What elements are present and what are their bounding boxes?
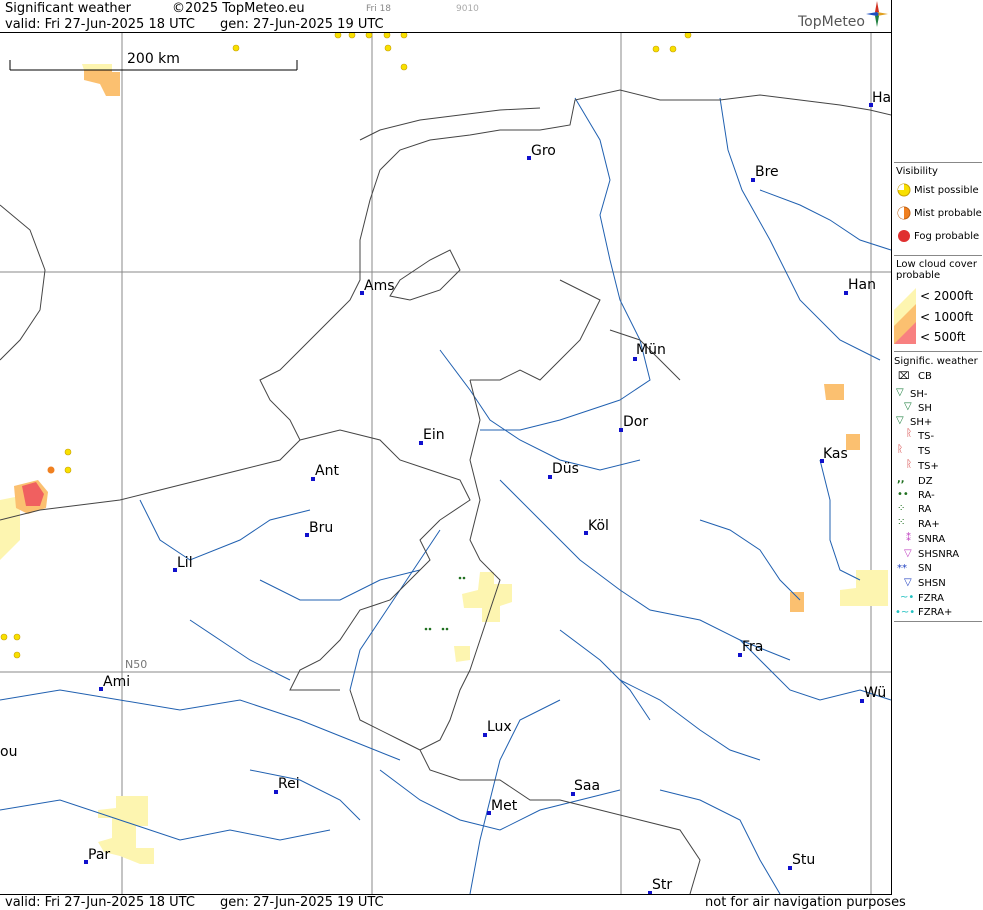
visibility-label: Mist probable: [914, 208, 982, 219]
city-label[interactable]: Lil: [177, 555, 193, 571]
fog-probable-icon: [898, 230, 910, 242]
city-label[interactable]: Ams: [364, 278, 395, 294]
compass-logo-icon: [866, 1, 888, 31]
mist-probable-icon: [897, 206, 911, 220]
city-label[interactable]: Wü: [864, 685, 886, 701]
city-label[interactable]: Köl: [588, 518, 609, 534]
snow-icon: **: [897, 563, 907, 574]
map-title: Significant weather: [5, 1, 132, 16]
signif-label: FZRA: [918, 593, 944, 604]
shower-heavy-icon: ▽: [896, 415, 904, 426]
visibility-label: Fog probable: [914, 231, 980, 242]
code-label: 9010: [456, 4, 479, 14]
snow-rain-shower-icon: ▽: [904, 548, 912, 559]
snow-rain-icon: ⁑: [906, 533, 911, 544]
low-cloud-areas: [0, 64, 888, 864]
thunderstorm-heavy-icon: ᚱ: [906, 459, 912, 470]
lat-label: N50: [125, 658, 148, 671]
city-label[interactable]: Mün: [636, 342, 666, 358]
city-label[interactable]: Kas: [823, 446, 848, 462]
signif-label: SH-: [910, 389, 928, 400]
logo-text: TopMeteo: [798, 14, 865, 30]
city-label[interactable]: Han: [848, 277, 876, 293]
mist-symbols: [0, 33, 692, 659]
visibility-label: Mist possible: [914, 185, 979, 196]
city-label[interactable]: Düs: [552, 461, 579, 477]
signif-title: Signific. weather: [894, 356, 978, 367]
signif-label: SNRA: [918, 534, 946, 545]
signif-label: SHSN: [918, 578, 946, 589]
mist-probable-symbol: [47, 466, 55, 474]
graticule: [0, 33, 891, 894]
gen-time: gen: 27-Jun-2025 19 UTC: [220, 17, 384, 32]
lowcloud-label: < 2000ft: [920, 289, 974, 303]
city-label[interactable]: Rei: [278, 776, 300, 792]
signif-label: SH: [918, 403, 932, 414]
copyright: ©2025 TopMeteo.eu: [172, 1, 305, 16]
signif-label: SN: [918, 563, 932, 574]
city-label[interactable]: Str: [652, 877, 672, 893]
city-label[interactable]: Ha: [872, 90, 891, 106]
drizzle-icon: ,,: [897, 474, 905, 485]
signif-label: SH+: [910, 417, 933, 428]
lowcloud-title-2: probable: [896, 270, 941, 281]
coastlines: [0, 89, 891, 894]
valid-time: valid: Fri 27-Jun-2025 18 UTC: [5, 17, 195, 32]
signif-label: TS+: [918, 461, 939, 472]
freezing-rain-icon: ~•: [900, 592, 915, 603]
weather-map[interactable]: 200 km N50 Gro Bre Ha Ams Han Mün Dor Ei…: [0, 33, 891, 894]
disclaimer: not for air navigation purposes: [705, 895, 906, 910]
signif-label: TS: [918, 446, 931, 457]
city-label[interactable]: Bre: [755, 164, 779, 180]
signif-label: CB: [918, 371, 932, 382]
city-label[interactable]: Ant: [315, 463, 339, 479]
signif-label: RA: [918, 504, 932, 515]
visibility-title: Visibility: [896, 166, 938, 177]
footer-valid-time: valid: Fri 27-Jun-2025 18 UTC: [5, 895, 195, 910]
shower-light-icon: ▽: [896, 387, 904, 398]
mist-possible-icon: [897, 183, 911, 197]
signif-label: DZ: [918, 476, 933, 487]
rain-icon: ⁘: [897, 503, 906, 514]
footer-gen-time: gen: 27-Jun-2025 19 UTC: [220, 895, 384, 910]
city-label[interactable]: Gro: [531, 143, 556, 159]
city-label[interactable]: Ein: [423, 427, 445, 443]
map-footer: valid: Fri 27-Jun-2025 18 UTC gen: 27-Ju…: [0, 894, 906, 910]
lowcloud-swatch-icon: [894, 288, 916, 344]
city-label[interactable]: Bru: [309, 520, 333, 536]
run-label: Fri 18: [366, 4, 392, 14]
city-label[interactable]: Met: [491, 798, 517, 814]
city-label[interactable]: Stu: [792, 852, 815, 868]
city-label[interactable]: Saa: [574, 778, 600, 794]
shower-icon: ▽: [904, 401, 912, 412]
freezing-rain-heavy-icon: •~•: [895, 607, 916, 618]
city-label[interactable]: Par: [88, 847, 110, 863]
drizzle-symbols: [424, 576, 466, 631]
rain-light-icon: ••: [897, 489, 909, 500]
signif-label: RA+: [918, 519, 940, 530]
city-label[interactable]: Ami: [103, 674, 130, 690]
signif-label: FZRA+: [918, 607, 953, 618]
lowcloud-label: < 1000ft: [920, 310, 974, 324]
signif-label: RA-: [918, 490, 935, 501]
signif-label: TS-: [918, 431, 935, 442]
lowcloud-label: < 500ft: [920, 330, 966, 344]
rain-heavy-icon: ⁙: [897, 517, 906, 528]
city-label[interactable]: Fra: [742, 639, 763, 655]
lowcloud-title: Low cloud cover: [896, 259, 977, 270]
thunderstorm-icon: ᚱ: [897, 444, 903, 455]
signif-label: SHSNRA: [918, 549, 960, 560]
thunderstorm-light-icon: ᚱ: [906, 428, 912, 439]
scale-label: 200 km: [127, 51, 180, 67]
city-label[interactable]: Lux: [487, 719, 512, 735]
cb-icon: ⌧: [898, 371, 910, 382]
city-label[interactable]: ou: [0, 744, 17, 760]
city-label[interactable]: Dor: [623, 414, 648, 430]
legend-panel: Visibility Mist possible Mist probable F…: [892, 0, 983, 909]
snow-shower-icon: ▽: [904, 577, 912, 588]
map-header: Significant weather ©2025 TopMeteo.eu Fr…: [0, 0, 892, 33]
rivers: [0, 97, 891, 894]
